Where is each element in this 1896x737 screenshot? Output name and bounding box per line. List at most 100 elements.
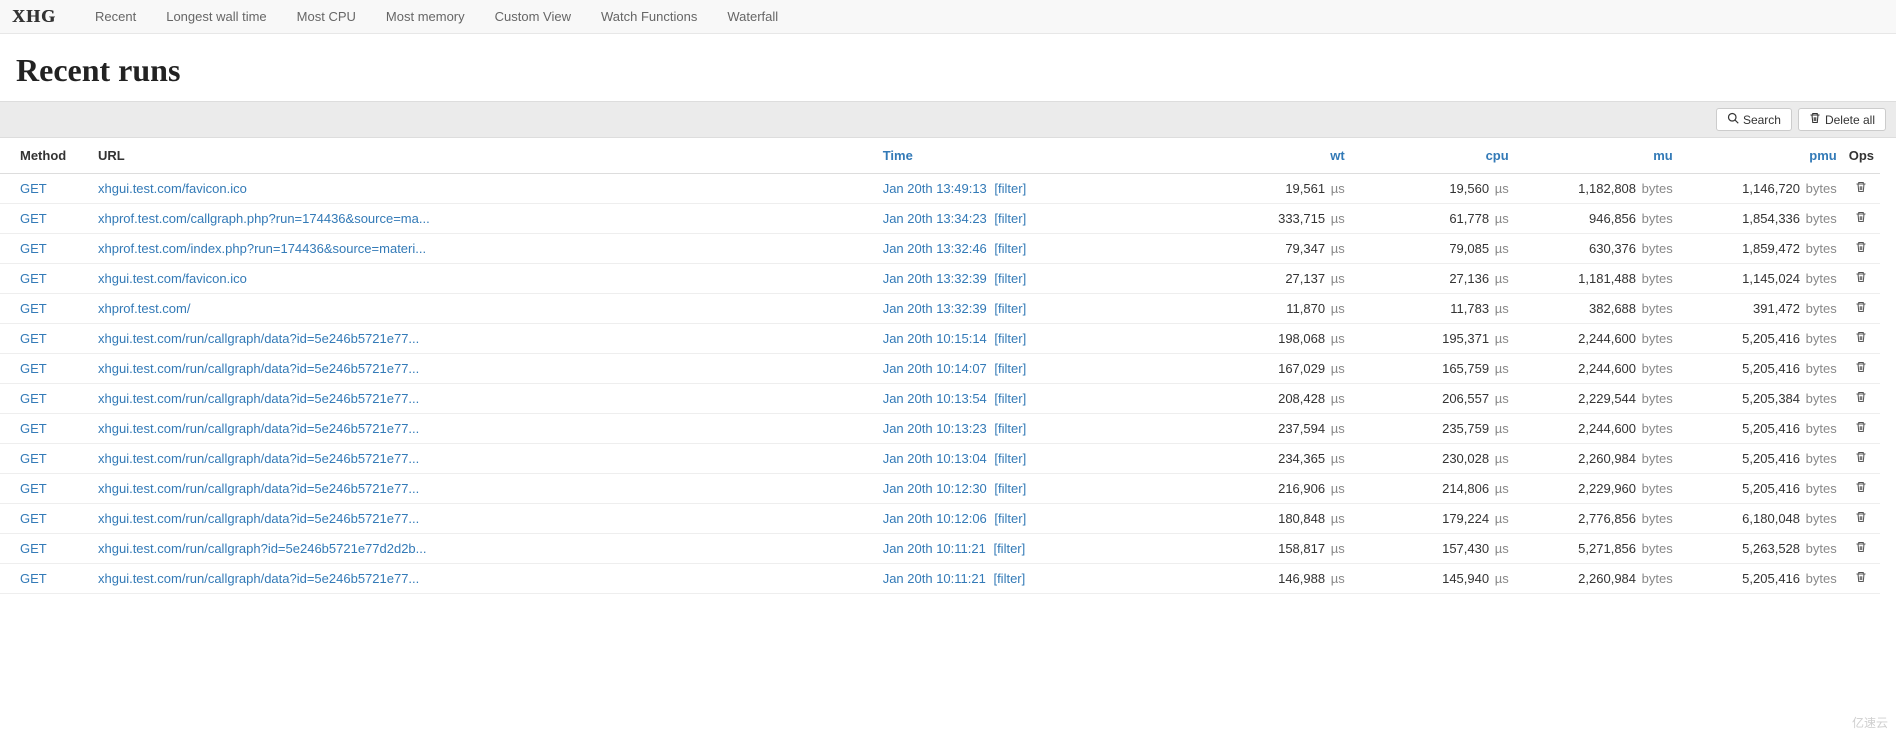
time-link[interactable]: Jan 20th 13:49:13 [883, 181, 987, 196]
unit-bytes: bytes [1642, 271, 1673, 286]
filter-link[interactable]: [filter] [994, 331, 1026, 346]
url-link[interactable]: xhgui.test.com/run/callgraph/data?id=5e2… [98, 481, 419, 496]
filter-link[interactable]: [filter] [994, 391, 1026, 406]
method-link[interactable]: GET [20, 301, 47, 316]
url-link[interactable]: xhgui.test.com/run/callgraph?id=5e246b57… [98, 541, 427, 556]
nav-item-watch-functions[interactable]: Watch Functions [586, 0, 712, 33]
filter-link[interactable]: [filter] [993, 571, 1025, 586]
time-link[interactable]: Jan 20th 13:32:39 [883, 271, 987, 286]
url-link[interactable]: xhgui.test.com/run/callgraph/data?id=5e2… [98, 571, 419, 586]
delete-row-button[interactable] [1843, 234, 1880, 264]
filter-link[interactable]: [filter] [993, 541, 1025, 556]
delete-row-button[interactable] [1843, 504, 1880, 534]
url-link[interactable]: xhgui.test.com/run/callgraph/data?id=5e2… [98, 451, 419, 466]
delete-row-button[interactable] [1843, 444, 1880, 474]
url-link[interactable]: xhprof.test.com/callgraph.php?run=174436… [98, 211, 430, 226]
url-link[interactable]: xhprof.test.com/ [98, 301, 190, 316]
delete-all-button[interactable]: Delete all [1798, 108, 1886, 131]
time-link[interactable]: Jan 20th 13:34:23 [883, 211, 987, 226]
method-link[interactable]: GET [20, 181, 47, 196]
filter-link[interactable]: [filter] [994, 271, 1026, 286]
time-link[interactable]: Jan 20th 13:32:46 [883, 241, 987, 256]
nav-item-recent[interactable]: Recent [80, 0, 151, 33]
url-link[interactable]: xhgui.test.com/run/callgraph/data?id=5e2… [98, 511, 419, 526]
unit-us: µs [1495, 181, 1509, 196]
url-link[interactable]: xhgui.test.com/favicon.ico [98, 271, 247, 286]
cpu-cell: 19,560 µs [1351, 174, 1515, 204]
method-link[interactable]: GET [20, 331, 47, 346]
delete-row-button[interactable] [1843, 354, 1880, 384]
method-link[interactable]: GET [20, 451, 47, 466]
filter-link[interactable]: [filter] [994, 451, 1026, 466]
time-link[interactable]: Jan 20th 10:11:21 [883, 571, 986, 586]
filter-link[interactable]: [filter] [994, 361, 1026, 376]
nav-item-most-memory[interactable]: Most memory [371, 0, 480, 33]
time-link[interactable]: Jan 20th 10:12:30 [883, 481, 987, 496]
table-row: GET xhgui.test.com/run/callgraph?id=5e246… [0, 534, 1880, 564]
table-row: GET xhgui.test.com/run/callgraph/data?id=… [0, 354, 1880, 384]
url-link[interactable]: xhgui.test.com/run/callgraph/data?id=5e2… [98, 331, 419, 346]
url-link[interactable]: xhgui.test.com/run/callgraph/data?id=5e2… [98, 421, 419, 436]
pmu-cell: 1,854,336 bytes [1679, 204, 1843, 234]
filter-link[interactable]: [filter] [994, 241, 1026, 256]
col-time[interactable]: Time [877, 138, 1187, 174]
delete-row-button[interactable] [1843, 384, 1880, 414]
table-row: GET xhprof.test.com/callgraph.php?run=174… [0, 204, 1880, 234]
nav-item-waterfall[interactable]: Waterfall [712, 0, 793, 33]
delete-row-button[interactable] [1843, 414, 1880, 444]
url-link[interactable]: xhgui.test.com/run/callgraph/data?id=5e2… [98, 361, 419, 376]
method-link[interactable]: GET [20, 271, 47, 286]
filter-link[interactable]: [filter] [994, 481, 1026, 496]
filter-link[interactable]: [filter] [994, 301, 1026, 316]
delete-row-button[interactable] [1843, 474, 1880, 504]
time-link[interactable]: Jan 20th 10:11:21 [883, 541, 986, 556]
method-link[interactable]: GET [20, 541, 47, 556]
unit-bytes: bytes [1642, 571, 1673, 586]
time-link[interactable]: Jan 20th 10:13:54 [883, 391, 987, 406]
time-link[interactable]: Jan 20th 10:15:14 [883, 331, 987, 346]
filter-link[interactable]: [filter] [994, 511, 1026, 526]
time-link[interactable]: Jan 20th 10:13:23 [883, 421, 987, 436]
col-mu[interactable]: mu [1515, 138, 1679, 174]
nav-item-longest-wall-time[interactable]: Longest wall time [151, 0, 281, 33]
filter-link[interactable]: [filter] [994, 181, 1026, 196]
nav-item-most-cpu[interactable]: Most CPU [282, 0, 371, 33]
method-link[interactable]: GET [20, 481, 47, 496]
time-link[interactable]: Jan 20th 10:13:04 [883, 451, 987, 466]
delete-row-button[interactable] [1843, 534, 1880, 564]
method-link[interactable]: GET [20, 391, 47, 406]
col-wt[interactable]: wt [1187, 138, 1351, 174]
time-link[interactable]: Jan 20th 13:32:39 [883, 301, 987, 316]
url-link[interactable]: xhgui.test.com/favicon.ico [98, 181, 247, 196]
mu-cell: 2,244,600 bytes [1515, 414, 1679, 444]
unit-us: µs [1495, 541, 1509, 556]
time-link[interactable]: Jan 20th 10:12:06 [883, 511, 987, 526]
filter-link[interactable]: [filter] [994, 211, 1026, 226]
delete-row-button[interactable] [1843, 324, 1880, 354]
trash-icon [1855, 481, 1867, 496]
method-link[interactable]: GET [20, 421, 47, 436]
method-link[interactable]: GET [20, 241, 47, 256]
url-link[interactable]: xhgui.test.com/run/callgraph/data?id=5e2… [98, 391, 419, 406]
nav-item-custom-view[interactable]: Custom View [480, 0, 586, 33]
unit-bytes: bytes [1642, 541, 1673, 556]
col-cpu[interactable]: cpu [1351, 138, 1515, 174]
filter-link[interactable]: [filter] [994, 421, 1026, 436]
brand-logo[interactable]: XHG [12, 6, 56, 27]
trash-icon [1855, 571, 1867, 586]
pmu-cell: 6,180,048 bytes [1679, 504, 1843, 534]
delete-row-button[interactable] [1843, 294, 1880, 324]
method-link[interactable]: GET [20, 571, 47, 586]
time-link[interactable]: Jan 20th 10:14:07 [883, 361, 987, 376]
col-pmu[interactable]: pmu [1679, 138, 1843, 174]
delete-row-button[interactable] [1843, 564, 1880, 594]
method-link[interactable]: GET [20, 511, 47, 526]
navbar: XHG RecentLongest wall timeMost CPUMost … [0, 0, 1896, 34]
delete-row-button[interactable] [1843, 264, 1880, 294]
method-link[interactable]: GET [20, 211, 47, 226]
method-link[interactable]: GET [20, 361, 47, 376]
delete-row-button[interactable] [1843, 174, 1880, 204]
search-button[interactable]: Search [1716, 108, 1792, 131]
url-link[interactable]: xhprof.test.com/index.php?run=174436&sou… [98, 241, 426, 256]
delete-row-button[interactable] [1843, 204, 1880, 234]
